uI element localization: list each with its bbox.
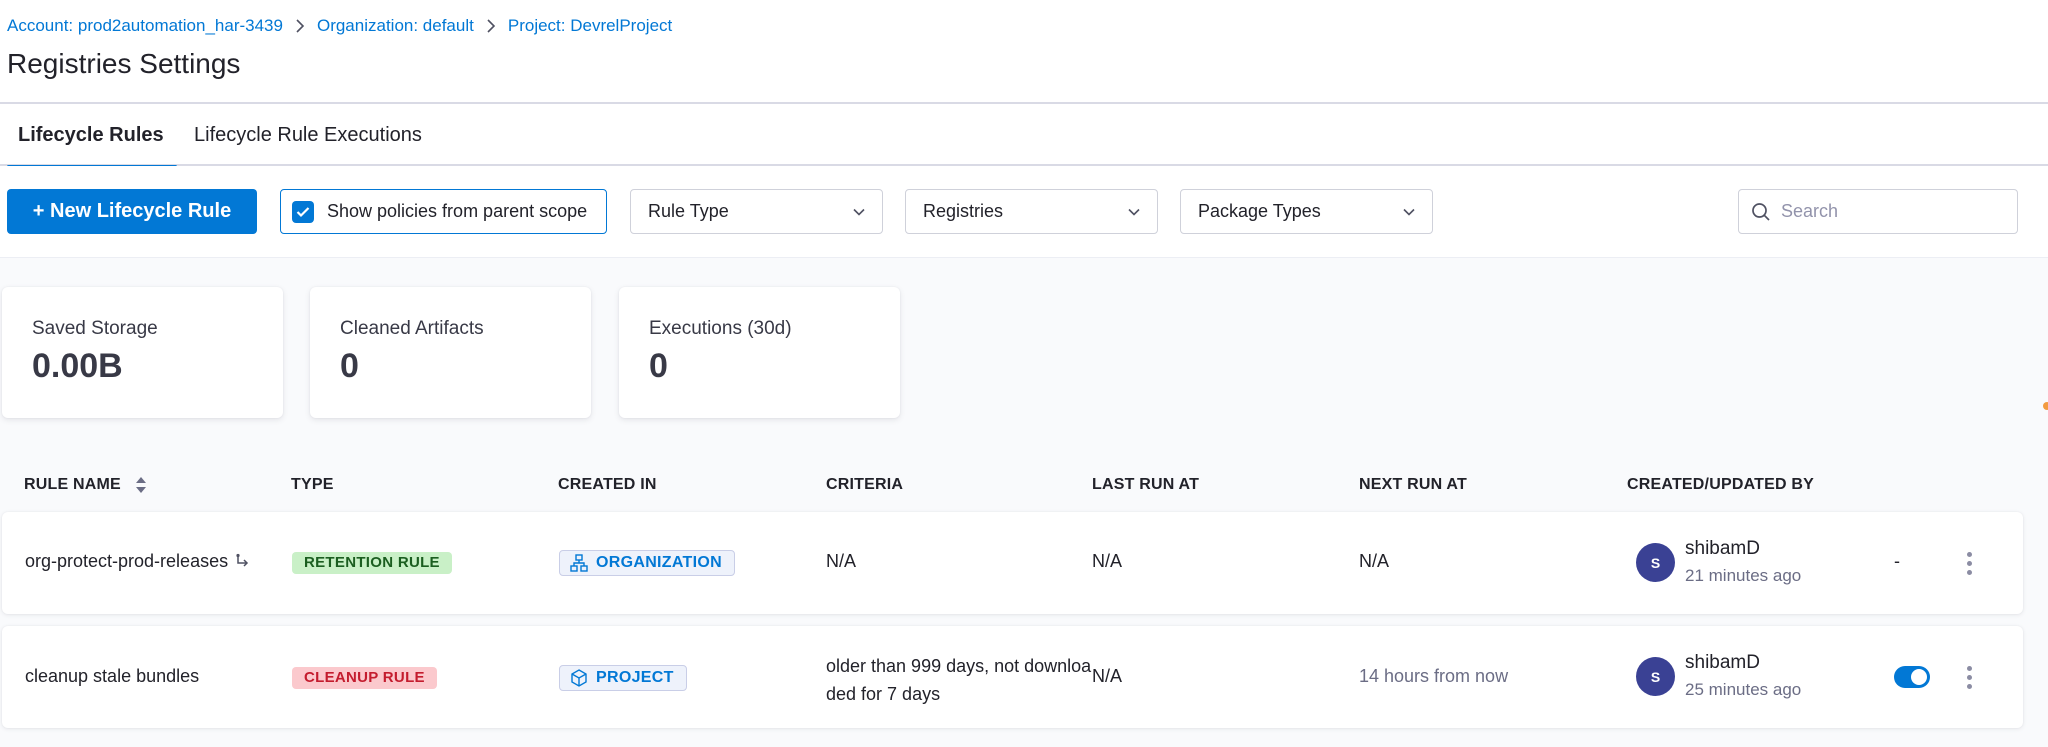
rule-type-dropdown[interactable]: Rule Type (630, 189, 883, 234)
stat-value: 0 (649, 347, 668, 385)
chevron-down-icon (1403, 208, 1415, 216)
column-header-next-run-at: NEXT RUN AT (1359, 476, 1467, 493)
user-name: shibamD (1685, 538, 1760, 559)
column-header-created-updated-by: CREATED/UPDATED BY (1627, 476, 1815, 493)
checkmark-icon[interactable] (292, 200, 314, 223)
project-cube-icon (571, 669, 587, 687)
breadcrumb: Account: prod2automation_har-3439 Organi… (7, 16, 672, 36)
new-lifecycle-rule-button[interactable]: + New Lifecycle Rule (7, 189, 257, 234)
chevron-down-icon (853, 208, 865, 216)
chevron-right-icon (486, 19, 496, 33)
next-run-cell: 14 hours from now (1359, 666, 1509, 686)
status-cell: - (1894, 551, 1900, 571)
scope-badge-organization: ORGANIZATION (559, 550, 735, 576)
rule-type-label: Rule Type (648, 201, 729, 221)
parent-scope-checkbox[interactable]: Show policies from parent scope (280, 189, 607, 234)
content-area: Saved Storage 0.00B Cleaned Artifacts 0 … (0, 258, 2048, 747)
criteria-cell: older than 999 days, not downloa ded for… (826, 652, 1091, 708)
breadcrumb-account-link[interactable]: Account: prod2automation_har-3439 (7, 16, 283, 36)
search-icon (1752, 202, 1770, 221)
scope-badge-project: PROJECT (559, 665, 687, 691)
updated-time: 25 minutes ago (1685, 680, 1802, 699)
stat-card-saved-storage: Saved Storage 0.00B (2, 287, 283, 418)
sort-icon[interactable] (135, 476, 147, 494)
chevron-right-icon (295, 19, 305, 33)
criteria-cell: N/A (826, 551, 857, 571)
stat-label: Saved Storage (32, 318, 158, 339)
last-run-cell: N/A (1092, 666, 1123, 686)
stat-value: 0.00B (32, 347, 123, 385)
last-run-cell: N/A (1092, 551, 1123, 571)
parent-scope-label: Show policies from parent scope (327, 201, 588, 221)
search-box (1738, 189, 2018, 234)
package-types-dropdown[interactable]: Package Types (1180, 189, 1433, 234)
column-header-type: TYPE (291, 476, 334, 493)
chevron-down-icon (1128, 208, 1140, 216)
stat-label: Cleaned Artifacts (340, 318, 484, 339)
stat-label: Executions (30d) (649, 318, 792, 339)
stat-value: 0 (340, 347, 359, 385)
package-types-label: Package Types (1198, 201, 1321, 221)
user-name: shibamD (1685, 652, 1760, 673)
avatar: S (1636, 543, 1675, 582)
cleanup-rule-badge: CLEANUP RULE (292, 667, 437, 689)
registries-dropdown[interactable]: Registries (905, 189, 1158, 234)
enable-rule-toggle[interactable] (1894, 666, 1930, 688)
avatar: S (1636, 657, 1675, 696)
retention-rule-badge: RETENTION RULE (292, 552, 452, 574)
criteria-line: older than 999 days, not downloa (826, 656, 1092, 676)
tab-bar: Lifecycle Rules Lifecycle Rule Execution… (0, 104, 2048, 168)
edge-indicator-dot (2043, 402, 2048, 410)
toolbar: + New Lifecycle Rule Show policies from … (0, 166, 2048, 258)
page-header: Account: prod2automation_har-3439 Organi… (0, 0, 2048, 104)
org-hierarchy-icon (570, 554, 588, 572)
column-header-last-run-at: LAST RUN AT (1092, 476, 1200, 493)
rule-name: org-protect-prod-releases (25, 551, 229, 571)
rule-name: cleanup stale bundles (25, 666, 200, 686)
page-title: Registries Settings (7, 48, 241, 79)
search-input[interactable] (1781, 201, 2001, 222)
stat-card-cleaned-artifacts: Cleaned Artifacts 0 (310, 287, 591, 418)
inherited-icon (236, 553, 249, 567)
column-header-rule-name[interactable]: RULE NAME (24, 476, 147, 494)
breadcrumb-project-link[interactable]: Project: DevrelProject (508, 16, 672, 36)
more-options-icon[interactable] (1959, 660, 1979, 694)
column-header-criteria: CRITERIA (826, 476, 904, 493)
more-options-icon[interactable] (1959, 546, 1979, 580)
breadcrumb-organization-link[interactable]: Organization: default (317, 16, 474, 36)
column-header-created-in: CREATED IN (558, 476, 657, 493)
registries-label: Registries (923, 201, 1004, 221)
table-row[interactable]: cleanup stale bundles CLEANUP RULE PROJE… (2, 626, 2023, 728)
table-row[interactable]: org-protect-prod-releases RETENTION RULE… (2, 512, 2023, 614)
updated-time: 21 minutes ago (1685, 566, 1802, 585)
tab-lifecycle-rule-executions[interactable]: Lifecycle Rule Executions (194, 104, 422, 166)
stat-card-executions: Executions (30d) 0 (619, 287, 900, 418)
criteria-line: ded for 7 days (826, 684, 941, 704)
rule-name-cell: org-protect-prod-releases (25, 551, 252, 572)
next-run-cell: N/A (1359, 551, 1390, 571)
tab-lifecycle-rules[interactable]: Lifecycle Rules (7, 104, 177, 168)
table-header: RULE NAME TYPE CREATED IN CRITERIA LAST … (0, 466, 2048, 506)
